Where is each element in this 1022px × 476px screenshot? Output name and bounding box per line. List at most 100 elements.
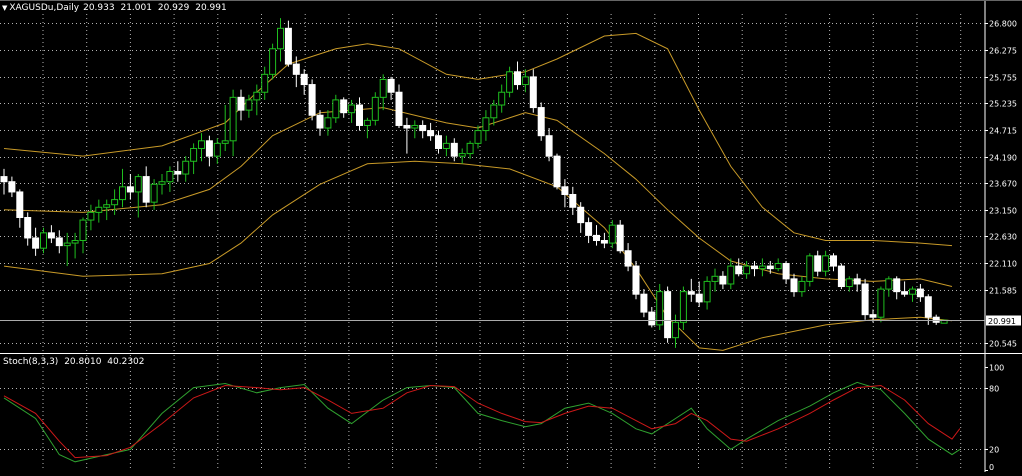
candle-body-bear — [814, 255, 822, 272]
price-tick-label: 23.670 — [989, 180, 1017, 189]
candle — [482, 110, 490, 141]
candle — [648, 306, 656, 328]
candle-body-bear — [648, 311, 656, 326]
candle — [269, 43, 277, 80]
candle-body-bear — [126, 186, 134, 193]
indicator-label: Stoch(8,3,3) 20.8010 40.2302 — [3, 357, 148, 367]
candle-body-bull — [466, 142, 474, 155]
candle — [790, 273, 798, 297]
candle-layer — [0, 18, 948, 348]
candle — [608, 220, 616, 249]
candle — [198, 133, 205, 162]
high-value: 21.001 — [120, 3, 152, 13]
symbol-label: XAGUSDu,Daily — [9, 3, 80, 13]
candle-body-bear — [830, 255, 837, 267]
candle-body-bear — [419, 124, 427, 132]
candle-body-bear — [837, 265, 845, 288]
candle-body-bear — [300, 73, 308, 86]
candle-body-bull — [711, 275, 719, 282]
candle-body-bear — [853, 278, 861, 285]
candle-body-bull — [111, 199, 119, 206]
price-tick-label: 24.715 — [989, 127, 1017, 136]
candle — [119, 168, 126, 208]
candle-body-bear — [640, 293, 648, 313]
candle — [213, 138, 221, 164]
candle-body-bear — [600, 240, 608, 244]
candle — [711, 268, 719, 292]
candle-body-bear — [553, 155, 561, 188]
candle-body-bear — [861, 283, 869, 316]
candle-body-bear — [24, 217, 32, 239]
last-price-marker-label: 20.991 — [988, 317, 1016, 326]
candle — [284, 20, 292, 67]
candle — [537, 102, 545, 141]
price-tick-label: 20.545 — [989, 340, 1017, 349]
candle-body-bear — [403, 124, 411, 129]
price-tick-label: 25.235 — [989, 100, 1017, 109]
candle — [916, 283, 924, 302]
candle-body-bear — [340, 99, 348, 114]
low-value: 20.929 — [157, 3, 190, 13]
stoch-tick-label: 20 — [989, 446, 999, 455]
candle — [87, 204, 95, 231]
candle — [735, 258, 743, 277]
candle-body-bear — [435, 135, 442, 149]
candle-body-bull — [213, 142, 221, 157]
candle-body-bear — [790, 278, 798, 293]
candle-body-bear — [32, 237, 40, 249]
candle — [427, 122, 435, 141]
candle — [664, 286, 672, 343]
candle-body-bear — [616, 224, 624, 252]
collapse-triangle-icon[interactable]: ▼ — [2, 4, 7, 12]
candle — [79, 217, 87, 254]
candle — [593, 225, 600, 246]
candle-body-bear — [284, 27, 292, 65]
candle — [466, 140, 474, 159]
candle — [909, 286, 916, 302]
open-value: 20.933 — [83, 3, 115, 13]
candle-body-bear — [932, 316, 940, 323]
candle — [174, 161, 182, 182]
candle-body-bull — [656, 291, 664, 326]
candle — [458, 148, 466, 164]
stoch-signal-line — [3, 384, 961, 459]
candle — [253, 84, 261, 116]
stoch-tick-label: 0 — [989, 463, 994, 472]
candle — [861, 278, 869, 320]
candle-body-bear — [55, 237, 63, 247]
candle — [277, 18, 284, 62]
candle-body-bull — [119, 186, 126, 201]
candle — [324, 110, 332, 136]
candle-body-bull — [63, 242, 71, 247]
candle — [885, 276, 893, 297]
candle-body-bear — [537, 107, 545, 137]
close-value: 20.991 — [195, 3, 227, 13]
candle — [40, 227, 47, 254]
candle — [16, 189, 24, 228]
candle — [166, 166, 174, 192]
candle — [822, 250, 830, 277]
candle-body-bull — [134, 176, 142, 193]
candle — [490, 99, 498, 126]
candle-body-bear — [237, 96, 245, 111]
candle — [205, 135, 213, 167]
candle — [95, 199, 103, 223]
candle-body-bull — [482, 117, 490, 132]
price-tick-label: 26.275 — [989, 47, 1017, 56]
candle — [55, 230, 63, 254]
candle — [514, 61, 521, 90]
candle — [569, 186, 577, 215]
candle-body-bull — [411, 124, 419, 129]
candle-body-bull — [506, 71, 514, 93]
candle — [300, 69, 308, 95]
candle — [379, 74, 387, 111]
candle-body-bull — [261, 73, 269, 93]
candle — [782, 260, 790, 284]
candle — [403, 117, 411, 154]
indicator-signal-value: 40.2302 — [107, 357, 145, 367]
candle — [261, 66, 269, 100]
candle-body-bull — [79, 219, 87, 242]
candle — [308, 79, 316, 121]
candle-body-bull — [95, 206, 103, 213]
candle — [47, 225, 55, 244]
